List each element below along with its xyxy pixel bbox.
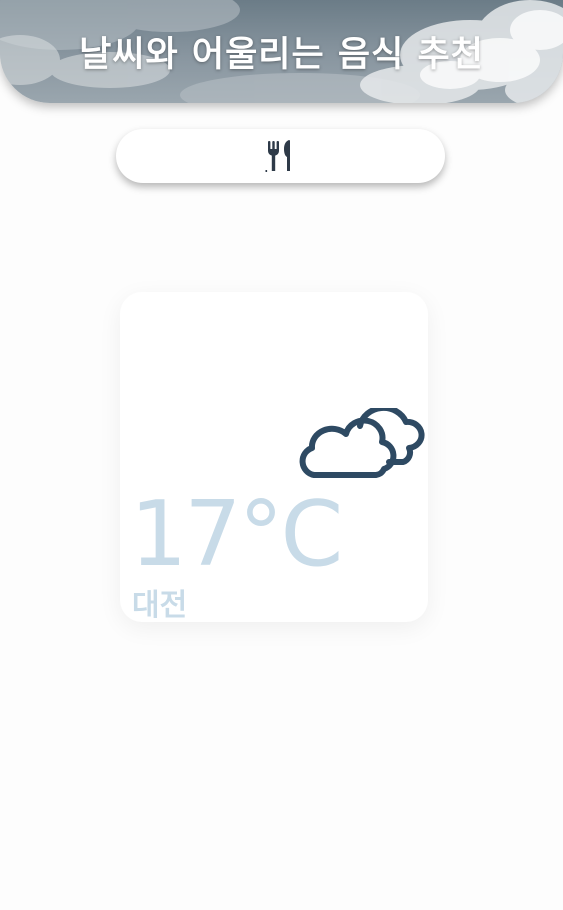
page-title: 날씨와 어울리는 음식 추천 [79,35,484,75]
fork-knife-icon [265,140,290,172]
temperature-value: 17°C [130,482,343,587]
weather-card: 17°C 대전 [120,292,428,623]
cloud-icon [299,408,425,478]
city-name: 대전 [132,588,188,623]
food-recommend-button[interactable] [116,129,445,183]
header-banner: 날씨와 어울리는 음식 추천 [0,0,563,103]
